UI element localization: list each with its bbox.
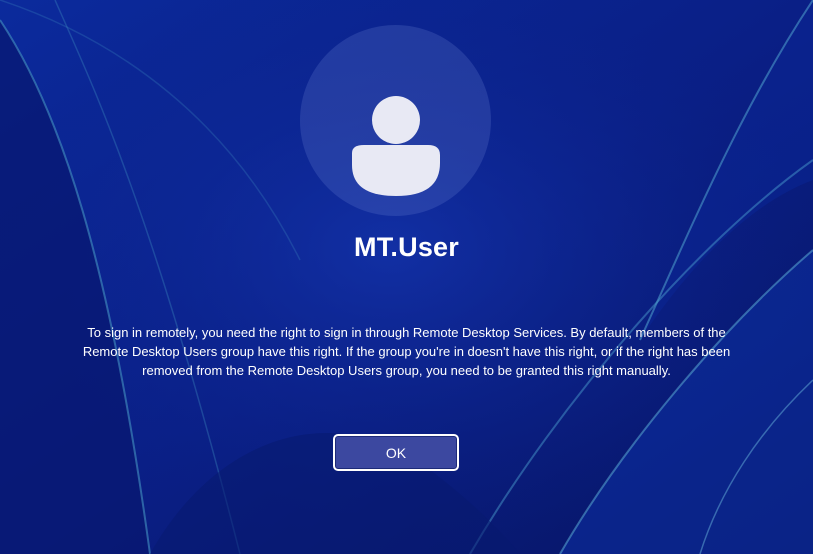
error-message: To sign in remotely, you need the right … bbox=[82, 325, 731, 378]
user-icon bbox=[352, 96, 440, 196]
user-name: MT.User bbox=[354, 232, 459, 262]
user-avatar bbox=[300, 25, 491, 216]
ok-button[interactable]: OK bbox=[333, 434, 459, 471]
